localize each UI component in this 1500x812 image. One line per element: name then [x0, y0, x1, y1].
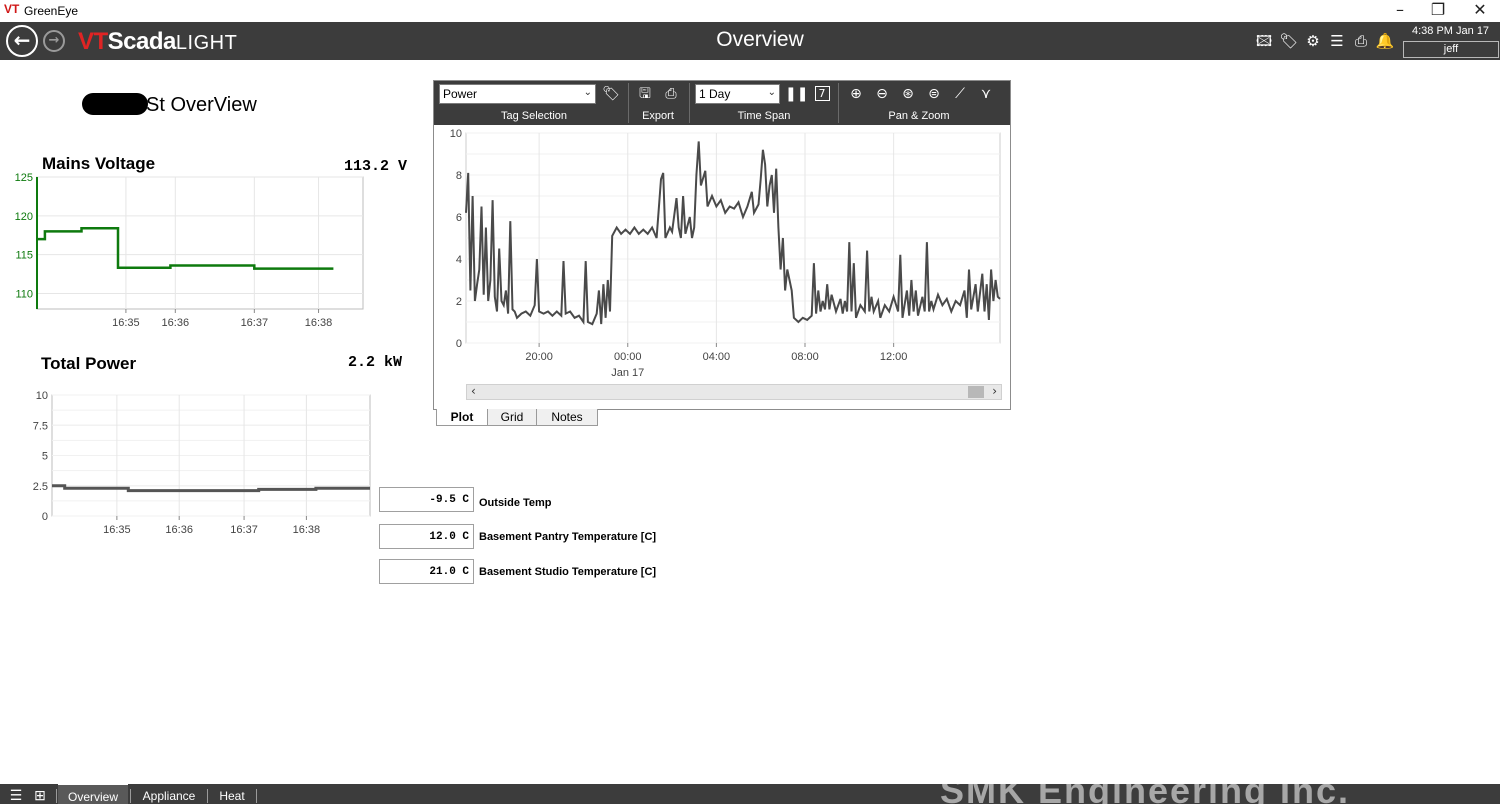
tag-selection-dropdown[interactable]: Power ⌄	[439, 84, 596, 104]
clock: 4:38 PM Jan 17	[1412, 25, 1490, 37]
y-tick-label: 6	[456, 212, 462, 224]
x-tick-label: 16:37	[241, 317, 269, 329]
tab-overview[interactable]: Overview	[58, 784, 128, 804]
report-icon[interactable]: ☰	[1327, 31, 1347, 51]
x-tick-label: 04:00	[703, 351, 731, 363]
tab-appliance[interactable]: Appliance	[134, 784, 204, 804]
y-tick-label: 120	[15, 211, 33, 223]
outside-temp-value: -9.5 C	[379, 487, 474, 512]
app-logo: VT	[4, 2, 20, 16]
restore-button[interactable]: ❐	[1418, 0, 1458, 22]
zoom-out-icon[interactable]: ⊖	[871, 84, 893, 104]
watermark: SMK Engineering Inc.	[940, 770, 1351, 811]
site-title: St OverView	[146, 94, 257, 116]
tag-icon[interactable]: 🏷	[600, 84, 622, 104]
total-power-chart: 10 7.5 5 2.5 0 16:35 16:36 16:37 16:38	[33, 390, 371, 536]
outside-temp-label: Outside Temp	[479, 497, 552, 509]
x-tick-label: 16:35	[103, 524, 131, 536]
close-button[interactable]: ✕	[1460, 0, 1500, 22]
fit-icon[interactable]: ⟋	[949, 84, 971, 104]
studio-temp-label: Basement Studio Temperature [C]	[479, 566, 657, 578]
total-power-title: Total Power	[41, 354, 137, 373]
x-tick-label: 16:38	[305, 317, 333, 329]
y-tick-label: 7.5	[33, 420, 48, 432]
y-tick-label: 0	[456, 338, 462, 350]
x-tick-label: 00:00	[614, 351, 642, 363]
tab-notes[interactable]: Notes	[536, 409, 598, 426]
pan-zoom-group-label: Pan & Zoom	[888, 110, 950, 122]
y-tick-label: 0	[42, 511, 48, 523]
y-tick-label: 10	[450, 128, 462, 140]
zoom-in-icon[interactable]: ⊕	[845, 84, 867, 104]
back-button[interactable]: ←	[6, 25, 38, 57]
tag-selection-group-label: Tag Selection	[500, 110, 568, 122]
trend-scrollbar[interactable]: ‹ ›	[466, 384, 1002, 400]
x-tick-label: 16:36	[162, 317, 190, 329]
plot-area	[36, 176, 364, 310]
chevron-right-icon[interactable]: ›	[992, 384, 997, 398]
config-icon[interactable]: ⚙	[1303, 31, 1323, 51]
zoom-x-icon[interactable]: ⊛	[897, 84, 919, 104]
scrollbar-thumb[interactable]	[968, 386, 984, 398]
menu-icon[interactable]: ☰	[6, 784, 26, 804]
user-field[interactable]: jeff	[1403, 41, 1499, 58]
y-tick-label: 5	[42, 451, 48, 463]
time-span-group-label: Time Span	[737, 110, 791, 122]
chevron-left-icon[interactable]: ‹	[471, 384, 476, 398]
chevron-down-icon: ⌄	[767, 87, 776, 98]
y-tick-label: 8	[456, 170, 462, 182]
save-icon[interactable]: 🖫	[634, 84, 656, 104]
trend-chart[interactable]: 10 8 6 4 2 0 20:00 00:00 04:00 08:00 12:00 Jan 17	[434, 125, 1010, 380]
filter-icon[interactable]: ⋎	[975, 84, 997, 104]
y-tick-label: 2	[456, 296, 462, 308]
trend-toolbar: Power ⌄ 🏷 Tag Selection 🖫 ⎙ Export 1 Day ⌄…	[434, 81, 1010, 125]
image-edit-icon[interactable]: 🖾	[1254, 31, 1274, 51]
time-span-dropdown[interactable]: 1 Day ⌄	[695, 84, 780, 104]
print-icon[interactable]: ⎙	[1351, 31, 1371, 51]
grid-icon[interactable]: ⊞	[30, 784, 50, 804]
x-tick-label: 20:00	[525, 351, 553, 363]
calendar-icon[interactable]: 7	[811, 84, 833, 104]
window-titlebar: VT GreenEye – ❐ ✕	[0, 0, 1500, 22]
tab-grid[interactable]: Grid	[487, 409, 537, 426]
alarm-bell-icon[interactable]: 🔔	[1375, 31, 1395, 51]
minimize-button[interactable]: –	[1380, 0, 1420, 22]
y-tick-label: 10	[36, 390, 48, 402]
x-tick-label: 12:00	[880, 351, 908, 363]
tab-plot[interactable]: Plot	[436, 409, 488, 426]
forward-button[interactable]: →	[43, 30, 65, 52]
tag-icon[interactable]: 🏷	[1279, 31, 1299, 51]
window-title: GreenEye	[24, 4, 79, 18]
redacted-mark	[82, 93, 148, 115]
export-group-label: Export	[642, 110, 674, 122]
x-tick-label: 16:36	[165, 524, 193, 536]
pantry-temp-value: 12.0 C	[379, 524, 474, 549]
x-tick-label: 16:38	[293, 524, 321, 536]
zoom-y-icon[interactable]: ⊜	[923, 84, 945, 104]
y-tick-label: 110	[15, 288, 33, 300]
x-tick-label: 08:00	[791, 351, 819, 363]
y-tick-label: 125	[15, 172, 33, 184]
app-header: ← → VTScadaLIGHT Overview 🖾 🏷 ⚙ ☰ ⎙ 🔔 4:…	[0, 22, 1500, 60]
tab-heat[interactable]: Heat	[210, 784, 254, 804]
x-date-label: Jan 17	[611, 367, 644, 379]
pause-icon[interactable]: ❚❚	[785, 84, 808, 104]
page-title: Overview	[716, 28, 804, 51]
y-tick-label: 4	[456, 254, 462, 266]
mains-voltage-chart: 125 120 115 110 16:35 16:36 16:37 16:38	[15, 172, 364, 329]
trend-panel: Power ⌄ 🏷 Tag Selection 🖫 ⎙ Export 1 Day ⌄…	[433, 80, 1011, 410]
vtscada-logo: VTScadaLIGHT	[78, 28, 238, 55]
x-tick-label: 16:37	[230, 524, 258, 536]
print-icon[interactable]: ⎙	[660, 84, 682, 104]
pantry-temp-label: Basement Pantry Temperature [C]	[479, 531, 657, 543]
y-tick-label: 115	[15, 250, 33, 262]
y-tick-label: 2.5	[33, 481, 48, 493]
x-tick-label: 16:35	[112, 317, 140, 329]
studio-temp-value: 21.0 C	[379, 559, 474, 584]
chevron-down-icon: ⌄	[583, 87, 592, 98]
total-power-value: 2.2 kW	[348, 354, 403, 371]
